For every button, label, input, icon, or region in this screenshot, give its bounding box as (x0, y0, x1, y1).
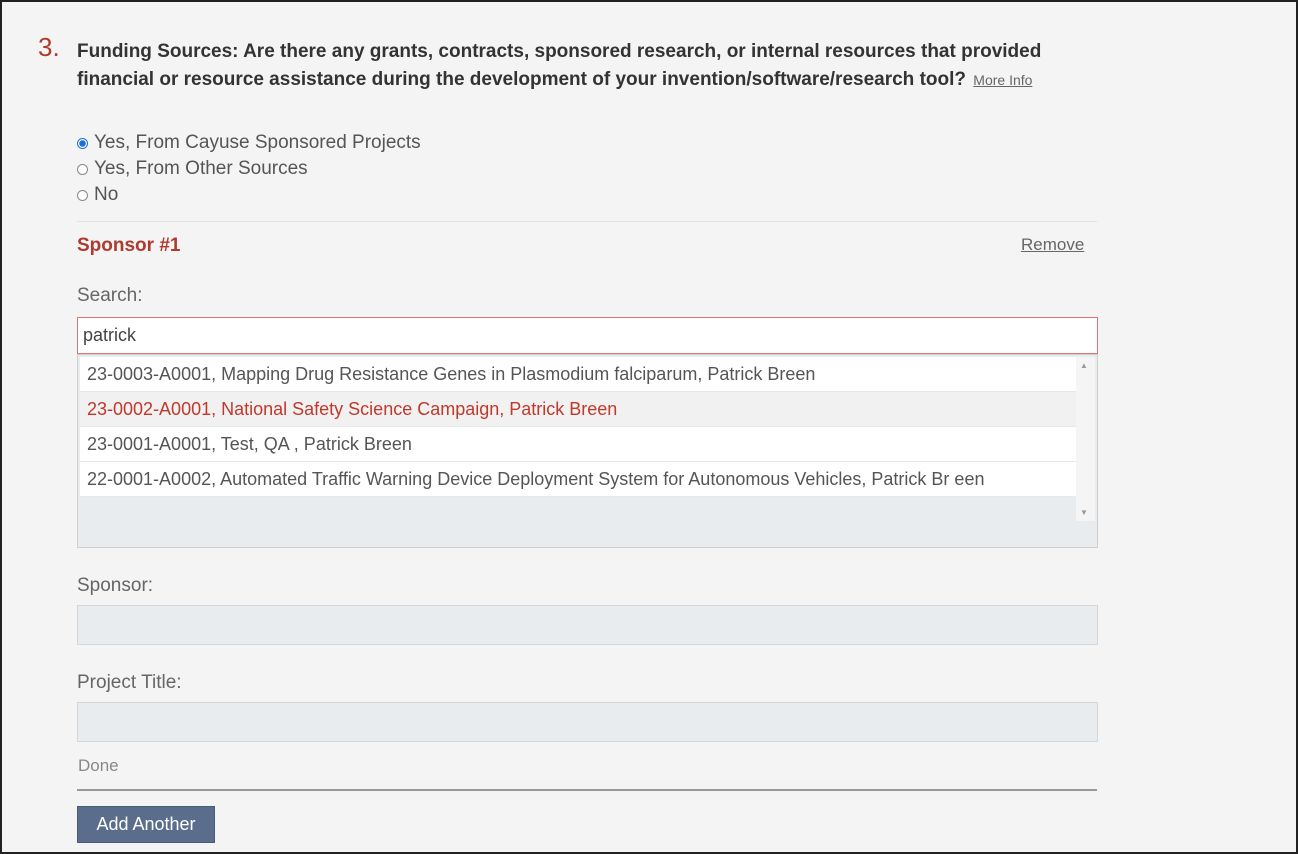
option-no[interactable]: No (77, 182, 421, 208)
radio-unchecked-icon[interactable] (77, 189, 88, 201)
section-divider-bottom (77, 789, 1097, 791)
search-result-item[interactable]: 22-0001-A0002, Automated Traffic Warning… (80, 462, 1076, 497)
radio-checked-icon[interactable] (77, 137, 88, 149)
sponsor-field[interactable] (77, 605, 1098, 645)
question-text: Funding Sources: Are there any grants, c… (77, 38, 1097, 94)
question-number: 3. (38, 32, 60, 62)
sponsor-title: Sponsor #1 (77, 235, 181, 256)
option-label: Yes, From Other Sources (94, 158, 308, 179)
scroll-down-icon[interactable]: ▼ (1080, 508, 1088, 517)
more-info-link[interactable]: More Info (973, 72, 1032, 88)
option-label: Yes, From Cayuse Sponsored Projects (94, 132, 421, 153)
search-label: Search: (77, 285, 143, 306)
form-panel: 3. Funding Sources: Are there any grants… (0, 0, 1298, 854)
search-result-item-highlighted[interactable]: 23-0002-A0001, National Safety Science C… (80, 392, 1076, 427)
scroll-up-icon[interactable]: ▲ (1080, 361, 1088, 370)
search-result-item[interactable]: 23-0003-A0001, Mapping Drug Resistance G… (80, 357, 1076, 392)
option-cayuse-sponsored[interactable]: Yes, From Cayuse Sponsored Projects (77, 130, 421, 156)
question-label: Funding Sources: Are there any grants, c… (77, 41, 1042, 90)
option-other-sources[interactable]: Yes, From Other Sources (77, 156, 421, 182)
project-title-field[interactable] (77, 702, 1098, 742)
dropdown-scrollbar[interactable]: ▲ ▼ (1076, 357, 1095, 521)
done-link[interactable]: Done (78, 756, 119, 776)
remove-link[interactable]: Remove (1021, 235, 1084, 255)
option-label: No (94, 184, 119, 205)
add-another-button[interactable]: Add Another (77, 806, 215, 843)
search-input[interactable] (77, 317, 1098, 354)
radio-unchecked-icon[interactable] (77, 163, 88, 175)
search-results-dropdown: 23-0003-A0001, Mapping Drug Resistance G… (77, 354, 1098, 548)
sponsor-label: Sponsor: (77, 575, 154, 596)
funding-options: Yes, From Cayuse Sponsored Projects Yes,… (77, 130, 421, 208)
search-results-list: 23-0003-A0001, Mapping Drug Resistance G… (80, 357, 1076, 497)
section-divider (77, 221, 1097, 222)
project-title-label: Project Title: (77, 672, 182, 693)
search-result-item[interactable]: 23-0001-A0001, Test, QA , Patrick Breen (80, 427, 1076, 462)
